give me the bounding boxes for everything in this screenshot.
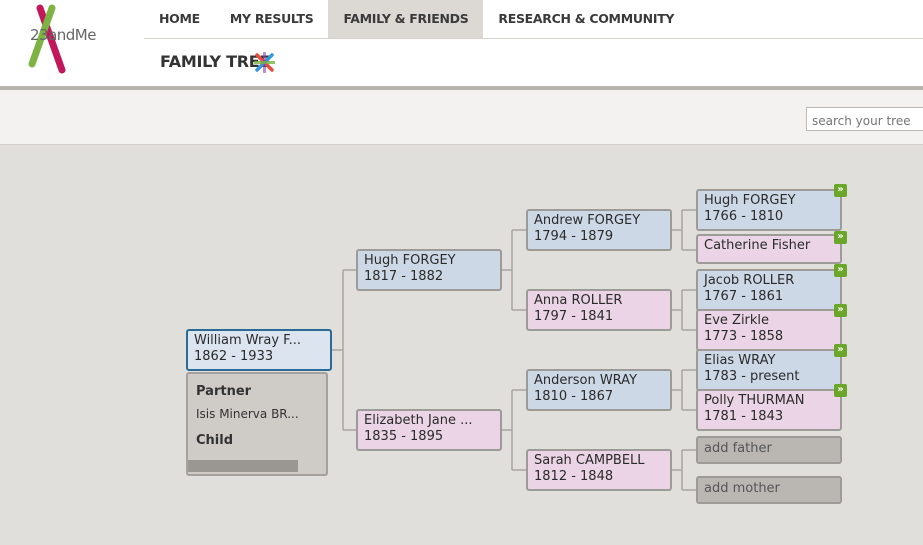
expand-arrow-icon[interactable]: » [834, 231, 847, 244]
partner-label: Partner [196, 384, 252, 399]
person-great-grandparent-2[interactable]: Catherine Fisher [696, 234, 842, 264]
expand-arrow-icon[interactable]: » [834, 264, 847, 277]
expand-arrow-icon[interactable]: » [834, 184, 847, 197]
person-years: 1797 - 1841 [534, 309, 614, 324]
person-name: Polly THURMAN [704, 393, 805, 408]
person-years: 1835 - 1895 [364, 429, 444, 444]
person-years: 1794 - 1879 [534, 229, 614, 244]
person-great-grandparent-6[interactable]: Polly THURMAN 1781 - 1843 [696, 389, 842, 431]
person-years: 1781 - 1843 [704, 409, 784, 424]
person-years: 1767 - 1861 [704, 289, 784, 304]
expand-arrow-icon[interactable]: » [834, 304, 847, 317]
person-paternal-grandmother[interactable]: Anna ROLLER 1797 - 1841 [526, 289, 672, 331]
add-father-button[interactable]: add father [696, 436, 842, 464]
person-name: Sarah CAMPBELL [534, 453, 645, 468]
person-years: 1862 - 1933 [194, 349, 274, 364]
person-great-grandparent-3[interactable]: Jacob ROLLER 1767 - 1861 [696, 269, 842, 311]
person-years: 1810 - 1867 [534, 389, 614, 404]
person-maternal-grandmother[interactable]: Sarah CAMPBELL 1812 - 1848 [526, 449, 672, 491]
person-name: Hugh FORGEY [704, 193, 796, 208]
person-name: Jacob ROLLER [704, 273, 795, 288]
person-father[interactable]: Hugh FORGEY 1817 - 1882 [356, 249, 502, 291]
person-years: 1766 - 1810 [704, 209, 784, 224]
person-maternal-grandfather[interactable]: Anderson WRAY 1810 - 1867 [526, 369, 672, 411]
person-name: Eve Zirkle [704, 313, 770, 328]
person-root[interactable]: William Wray F... 1862 - 1933 [186, 329, 332, 371]
person-name: Catherine Fisher [704, 238, 811, 253]
person-name: Hugh FORGEY [364, 253, 456, 268]
person-name: Anna ROLLER [534, 293, 623, 308]
panel-scrollbar[interactable] [188, 460, 298, 472]
person-years: 1812 - 1848 [534, 469, 614, 484]
person-paternal-grandfather[interactable]: Andrew FORGEY 1794 - 1879 [526, 209, 672, 251]
person-great-grandparent-4[interactable]: Eve Zirkle 1773 - 1858 [696, 309, 842, 351]
expand-arrow-icon[interactable]: » [834, 384, 847, 397]
partner-value[interactable]: Isis Minerva BR... [196, 407, 299, 421]
person-name: Andrew FORGEY [534, 213, 641, 228]
child-label: Child [196, 433, 234, 448]
person-great-grandparent-5[interactable]: Elias WRAY 1783 - present [696, 349, 842, 391]
add-mother-label: add mother [704, 481, 780, 496]
add-mother-button[interactable]: add mother [696, 476, 842, 504]
add-father-label: add father [704, 441, 772, 456]
person-name: Elias WRAY [704, 353, 776, 368]
person-years: 1773 - 1858 [704, 329, 784, 344]
expand-arrow-icon[interactable]: » [834, 344, 847, 357]
person-years: 1817 - 1882 [364, 269, 444, 284]
person-name: Anderson WRAY [534, 373, 638, 388]
person-details-panel: Partner Isis Minerva BR... Child [186, 372, 328, 476]
person-years: 1783 - present [704, 369, 800, 384]
person-great-grandparent-1[interactable]: Hugh FORGEY 1766 - 1810 [696, 189, 842, 231]
person-name: William Wray F... [194, 333, 301, 348]
person-mother[interactable]: Elizabeth Jane ... 1835 - 1895 [356, 409, 502, 451]
person-name: Elizabeth Jane ... [364, 413, 473, 428]
